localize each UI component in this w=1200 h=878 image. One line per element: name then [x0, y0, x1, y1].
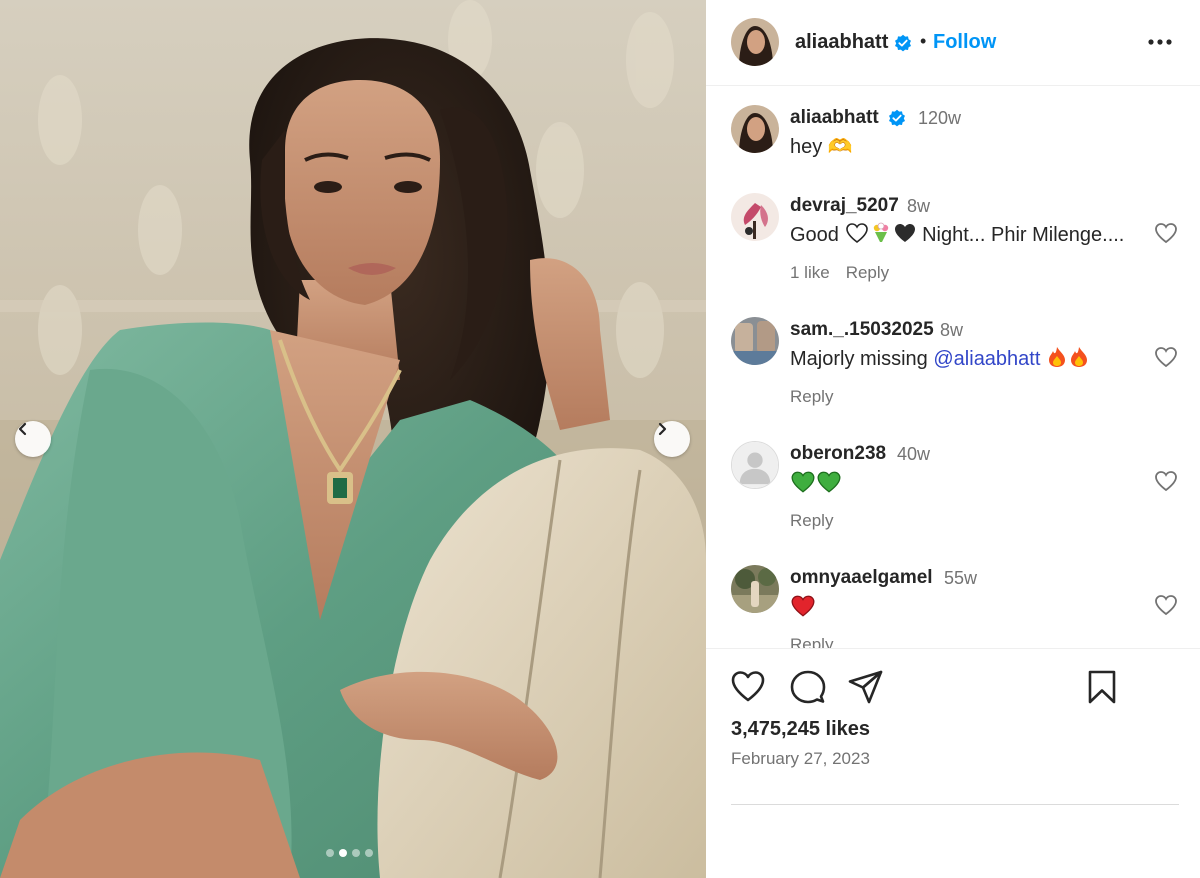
post-detail-panel: aliaabhatt • Follow aliaabhatt 120w hey …: [706, 0, 1200, 878]
comment-username[interactable]: omnyaaelgamel: [790, 567, 933, 589]
default-avatar-icon: [732, 442, 778, 488]
share-send-icon[interactable]: [848, 669, 884, 705]
like-comment-heart-icon[interactable]: [1154, 222, 1178, 244]
caption-time: 120w: [918, 108, 962, 128]
carousel-dot: [326, 849, 334, 857]
fire-icon: [1070, 347, 1087, 367]
comment-meta: 1 like Reply: [790, 263, 905, 283]
reply-button[interactable]: Reply: [790, 387, 833, 406]
red-heart-icon: [791, 595, 815, 617]
comment-bubble-icon[interactable]: [790, 669, 826, 705]
green-heart-icon: [791, 471, 815, 493]
comments-list: aliaabhatt 120w hey 🫶 devraj_5207 8w Goo…: [706, 87, 1200, 648]
carousel-dot: [365, 849, 373, 857]
comment-time: 8w: [907, 196, 931, 216]
green-heart-icon: [817, 471, 841, 493]
comment-meta: Reply: [790, 511, 849, 531]
author-avatar[interactable]: [731, 18, 779, 66]
avatar-image: [731, 105, 779, 153]
next-slide-button[interactable]: [654, 421, 690, 457]
comment-text: [790, 594, 816, 621]
previous-slide-button[interactable]: [15, 421, 51, 457]
post-date[interactable]: February 27, 2023: [731, 749, 870, 769]
avatar-image: [731, 193, 779, 241]
black-heart-icon: [894, 224, 915, 242]
comment-text-prefix: Majorly missing: [790, 348, 928, 370]
comment-text: [790, 470, 842, 497]
mention-link[interactable]: @aliaabhatt: [933, 348, 1040, 370]
white-heart-icon: [845, 223, 868, 244]
verified-badge-icon: [895, 34, 911, 52]
comment-username[interactable]: sam._.15032025: [790, 319, 934, 341]
comment-text: Majorly missing @aliaabhatt: [790, 346, 1090, 371]
header-separator: •: [920, 31, 927, 51]
like-comment-heart-icon[interactable]: [1154, 470, 1178, 492]
reply-button[interactable]: Reply: [846, 263, 889, 282]
chevron-left-icon: [18, 422, 27, 436]
more-horizontal-icon[interactable]: [1146, 32, 1174, 52]
author-username[interactable]: aliaabhatt: [795, 31, 888, 54]
comment-avatar[interactable]: [731, 317, 779, 365]
comment-time: 8w: [940, 320, 964, 340]
comment-text: Good Night... Phir Milenge....: [790, 222, 1124, 247]
comment-username[interactable]: oberon238: [790, 443, 886, 465]
like-heart-icon[interactable]: [730, 669, 766, 705]
post-photo: [0, 0, 706, 878]
fire-icon: [1048, 347, 1065, 367]
reply-button[interactable]: Reply: [790, 511, 833, 530]
comment-time: 55w: [944, 568, 978, 588]
portrait-illustration: [0, 0, 706, 878]
reply-button[interactable]: Reply: [790, 635, 833, 648]
comment-time: 40w: [897, 444, 931, 464]
save-bookmark-icon[interactable]: [1084, 669, 1120, 705]
follow-button[interactable]: Follow: [933, 31, 996, 54]
comment-avatar[interactable]: [731, 441, 779, 489]
carousel-indicator: [326, 849, 373, 857]
bouquet-icon: [873, 222, 888, 242]
comment-avatar[interactable]: [731, 193, 779, 241]
comment-text-prefix: Good: [790, 224, 839, 246]
caption-text: hey 🫶: [790, 136, 853, 158]
post-header: aliaabhatt • Follow: [706, 0, 1200, 86]
caption-avatar[interactable]: [731, 105, 779, 153]
carousel-dot: [352, 849, 360, 857]
comment-avatar[interactable]: [731, 565, 779, 613]
chevron-right-icon: [658, 422, 667, 436]
actions-divider: [706, 648, 1200, 649]
like-comment-heart-icon[interactable]: [1154, 594, 1178, 616]
avatar-image: [731, 317, 779, 365]
comment-username[interactable]: devraj_5207: [790, 195, 899, 217]
comment-meta: Reply: [790, 387, 849, 407]
comment-box-divider: [731, 804, 1179, 805]
verified-badge-icon: [889, 109, 905, 127]
caption-username[interactable]: aliaabhatt: [790, 107, 879, 129]
comment-text-suffix: Night... Phir Milenge....: [922, 224, 1125, 246]
like-count[interactable]: 3,475,245 likes: [731, 718, 870, 741]
carousel-dot-active: [339, 849, 347, 857]
avatar-image: [731, 18, 779, 66]
avatar-image: [731, 565, 779, 613]
comment-meta: Reply: [790, 635, 849, 648]
comment-like-count[interactable]: 1 like: [790, 263, 830, 282]
like-comment-heart-icon[interactable]: [1154, 346, 1178, 368]
